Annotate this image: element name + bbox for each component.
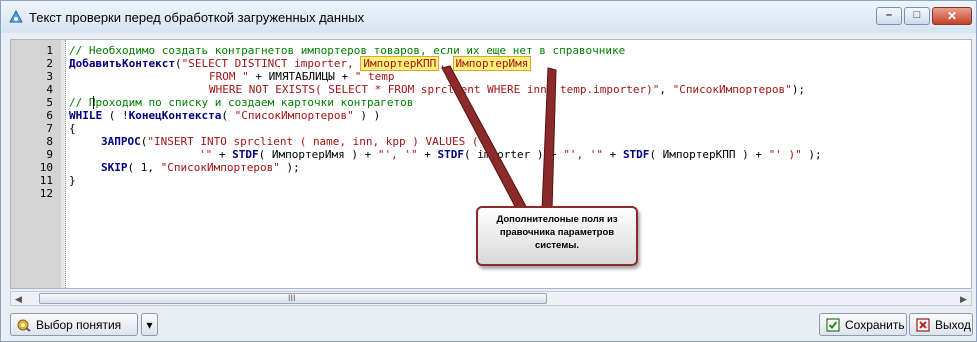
title-bar[interactable]: Текст проверки перед обработкой загружен… [1, 1, 976, 33]
chevron-down-icon: ▾ [146, 317, 153, 332]
comment: // Проходим по списку и создаем карточки… [69, 96, 414, 109]
highlighted-field-kpp: ИмпортерКПП [360, 56, 440, 71]
line-number: 11 [39, 174, 53, 187]
code-line-9: '" + STDF( ИмпортерИмя ) + "', '" + STDF… [199, 148, 822, 161]
line-number: 3 [46, 70, 53, 83]
line-number: 8 [46, 135, 53, 148]
line-number: 9 [46, 148, 53, 161]
keyword: WHILE [69, 109, 103, 122]
highlighted-field-name: ИмпортерИмя [452, 56, 532, 71]
gutter-separator [61, 40, 66, 288]
scroll-left-icon[interactable]: ◀ [12, 293, 25, 305]
exit-label: Выход [935, 317, 971, 332]
save-icon [826, 317, 840, 332]
line-number: 5 [46, 96, 53, 109]
annotation-callout: Дополнителоные поля из правочника параме… [476, 206, 638, 266]
code-line-6: WHILE ( !КонецКонтекста( "СписокИмпортер… [69, 109, 381, 122]
maximize-button[interactable]: □ [904, 7, 930, 25]
code-line-10: SKIP( 1, "СписокИмпортеров" ); [101, 161, 300, 174]
line-number: 10 [39, 161, 53, 174]
code-line-11: } [69, 174, 76, 187]
minimize-button[interactable]: – [876, 7, 902, 25]
save-button[interactable]: Сохранить [819, 313, 907, 336]
line-number: 7 [46, 122, 53, 135]
dialog-window: Текст проверки перед обработкой загружен… [0, 0, 977, 342]
maximize-icon: □ [913, 9, 921, 21]
scrollbar-thumb[interactable]: III [39, 293, 547, 304]
grip-icon: III [288, 293, 296, 303]
line-number: 2 [46, 57, 53, 70]
code-line-5: // Проходим по списку и создаем карточки… [69, 96, 413, 109]
code-line-8: ЗАПРОС("INSERT INTO sprclient ( name, in… [101, 135, 479, 148]
line-number-gutter: 1 2 3 4 5 6 7 8 9 10 11 12 [11, 40, 61, 288]
code-line-7: { [69, 122, 76, 135]
concept-icon [17, 319, 31, 332]
callout-text: Дополнителоные поля из правочника параме… [496, 214, 618, 251]
close-button[interactable]: ✕ [932, 7, 972, 25]
scroll-right-icon[interactable]: ▶ [957, 293, 970, 305]
window-controls: – □ ✕ [876, 7, 972, 25]
comment: // Необходимо создать контрагнетов импор… [69, 44, 626, 57]
code-line-1: // Необходимо создать контрагнетов импор… [69, 44, 625, 57]
choose-concept-dropdown[interactable]: ▾ [141, 313, 158, 336]
minimize-icon: – [885, 9, 893, 21]
line-number: 6 [46, 109, 53, 122]
code-line-3: FROM " + ИМЯТАБЛИЦЫ + " temp [209, 70, 395, 83]
window-title: Текст проверки перед обработкой загружен… [29, 10, 365, 25]
line-number: 4 [46, 83, 53, 96]
app-icon [9, 10, 23, 23]
text-caret [93, 96, 94, 109]
code-line-2: ДобавитьКонтекст("SELECT DISTINCT import… [69, 56, 532, 71]
exit-icon [916, 317, 930, 332]
exit-button[interactable]: Выход [909, 313, 973, 336]
bottom-toolbar: Выбор понятия ▾ Сохранить Выход [1, 308, 976, 342]
choose-concept-label: Выбор понятия [36, 317, 122, 332]
save-label: Сохранить [845, 317, 905, 332]
horizontal-scrollbar[interactable]: ◀ III ▶ [10, 291, 972, 306]
line-number: 1 [46, 44, 53, 57]
function-name: ДобавитьКонтекст [69, 57, 175, 70]
choose-concept-button[interactable]: Выбор понятия [10, 313, 138, 336]
code-line-4: WHERE NOT EXISTS( SELECT * FROM sprclien… [209, 83, 806, 96]
close-icon: ✕ [946, 9, 958, 23]
line-number: 12 [39, 187, 53, 200]
